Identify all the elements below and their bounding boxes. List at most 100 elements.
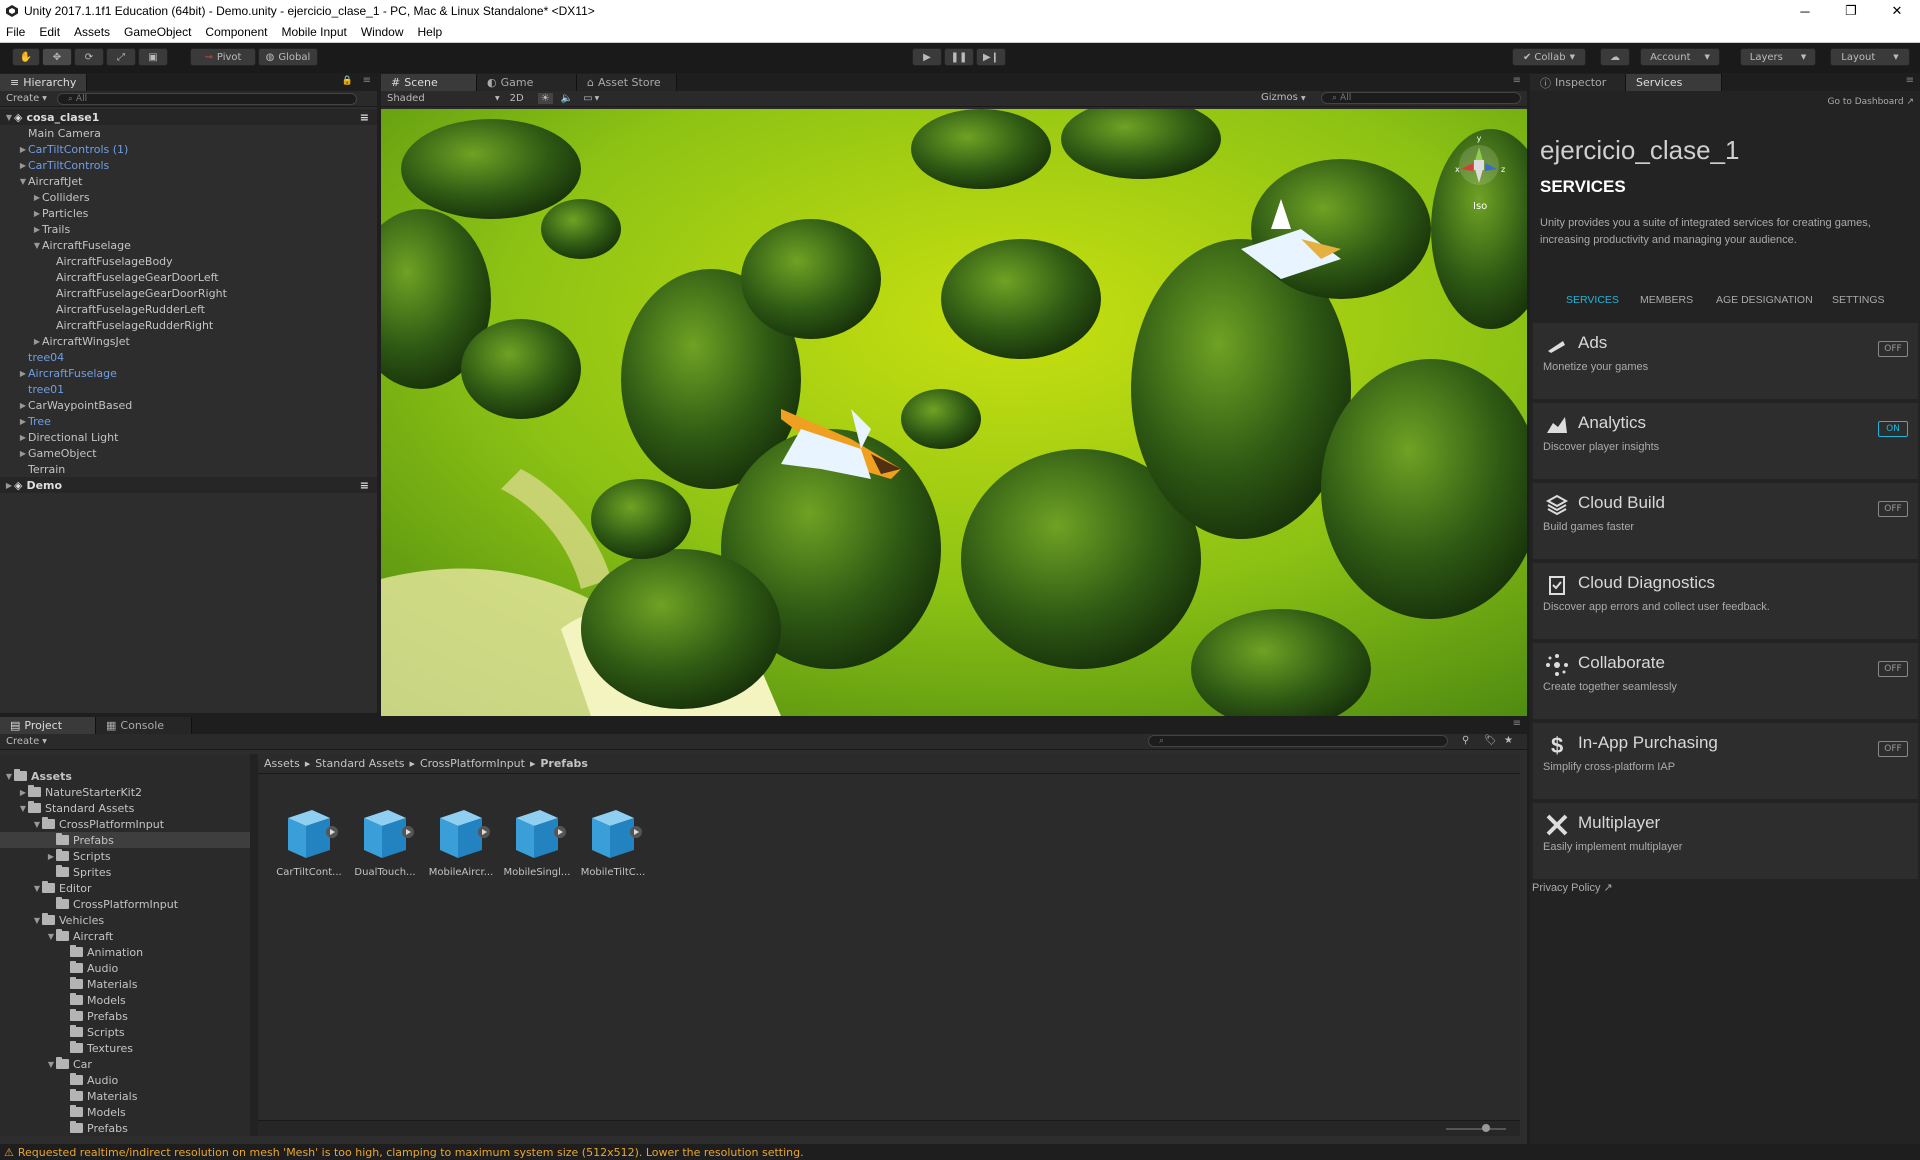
tab-game[interactable]: ◐ Game	[477, 74, 577, 91]
hierarchy-search-input[interactable]: ⌕ All	[56, 92, 357, 105]
collapsed-arrow-icon[interactable]: ▶	[18, 161, 28, 170]
2d-toggle[interactable]: 2D	[510, 93, 524, 104]
collapsed-arrow-icon[interactable]: ▶	[32, 225, 42, 234]
collapsed-arrow-icon[interactable]: ▶	[18, 145, 28, 154]
service-toggle[interactable]: OFF	[1878, 661, 1908, 677]
status-bar[interactable]: ⚠ Requested realtime/indirect resolution…	[0, 1144, 1920, 1160]
scene-viewport[interactable]: y x z Iso	[381, 109, 1527, 716]
hierarchy-row[interactable]: AircraftFuselageGearDoorLeft	[0, 269, 377, 285]
hierarchy-row[interactable]: ▶ Particles	[0, 205, 377, 221]
play-button[interactable]: ▶	[912, 48, 942, 66]
privacy-policy-link[interactable]: Privacy Policy ↗	[1532, 881, 1613, 894]
hierarchy-row[interactable]: tree04	[0, 349, 377, 365]
folder-tree-row[interactable]: ▼ Vehicles	[0, 912, 250, 928]
move-tool-button[interactable]: ✥	[42, 48, 72, 66]
collapsed-arrow-icon[interactable]: ▶	[18, 788, 28, 797]
folder-tree-row[interactable]: ▼ CrossPlatformInput	[0, 816, 250, 832]
hierarchy-row[interactable]: Main Camera	[0, 125, 377, 141]
menu-component[interactable]: Component	[205, 25, 267, 39]
collapsed-arrow-icon[interactable]: ▶	[32, 337, 42, 346]
folder-tree-row[interactable]: Prefabs	[0, 1008, 250, 1024]
service-card[interactable]: Collaborate Create together seamlessly OFF	[1533, 643, 1918, 719]
folder-tree-row[interactable]: Prefabs	[0, 832, 250, 848]
folder-tree-row[interactable]: ▼ Assets	[0, 768, 250, 784]
folder-tree-row[interactable]: ▼ Car	[0, 1056, 250, 1072]
menu-edit[interactable]: Edit	[39, 25, 60, 39]
maximize-button[interactable]: ❐	[1828, 0, 1874, 22]
breadcrumb-3[interactable]: Prefabs	[540, 757, 588, 770]
folder-tree-row[interactable]: Textures	[0, 1040, 250, 1056]
service-card[interactable]: Ads Monetize your games OFF	[1533, 323, 1918, 399]
service-toggle[interactable]: OFF	[1878, 741, 1908, 757]
hierarchy-row[interactable]: ▶ Trails	[0, 221, 377, 237]
pivot-toggle[interactable]: ⊸ Pivot	[190, 48, 256, 66]
collapsed-arrow-icon[interactable]: ▶	[4, 481, 14, 490]
tab-scene[interactable]: # Scene	[381, 74, 477, 91]
tree-scrollbar[interactable]	[250, 754, 258, 1136]
folder-tree-row[interactable]: ▼ Editor	[0, 880, 250, 896]
service-toggle[interactable]: ON	[1878, 421, 1908, 437]
service-toggle[interactable]: OFF	[1878, 501, 1908, 517]
minimize-button[interactable]: ─	[1782, 0, 1828, 22]
layout-dropdown[interactable]: Layout ▼	[1830, 48, 1910, 66]
expanded-arrow-icon[interactable]: ▼	[18, 177, 28, 186]
folder-tree-row[interactable]: ▼ Aircraft	[0, 928, 250, 944]
prefab-asset[interactable]: MobileTiltC...	[578, 806, 648, 878]
menu-mobile-input[interactable]: Mobile Input	[281, 25, 346, 39]
scene-menu-icon[interactable]: ≡	[360, 479, 369, 492]
expanded-arrow-icon[interactable]: ▼	[18, 804, 28, 813]
expanded-arrow-icon[interactable]: ▼	[4, 772, 14, 781]
hierarchy-row[interactable]: ▶ AircraftFuselage	[0, 365, 377, 381]
zoom-slider-thumb[interactable]	[1482, 1124, 1490, 1132]
folder-tree-row[interactable]: Prefabs	[0, 1120, 250, 1136]
hierarchy-row[interactable]: ▶ CarTiltControls (1)	[0, 141, 377, 157]
filter-label-icon[interactable]: 🏷	[1484, 735, 1497, 746]
collapsed-arrow-icon[interactable]: ▶	[18, 369, 28, 378]
rotate-tool-button[interactable]: ⟳	[74, 48, 104, 66]
folder-tree-row[interactable]: Audio	[0, 960, 250, 976]
audio-toggle-icon[interactable]: 🔈	[561, 93, 573, 104]
filter-type-icon[interactable]: ⚲	[1462, 735, 1469, 746]
service-card[interactable]: Analytics Discover player insights ON	[1533, 403, 1918, 479]
tab-services[interactable]: Services	[1626, 74, 1722, 91]
prefab-asset[interactable]: CarTiltCont...	[274, 806, 344, 878]
breadcrumb-0[interactable]: Assets	[264, 757, 300, 770]
folder-tree-row[interactable]: Models	[0, 1104, 250, 1120]
lock-icon[interactable]: 🔒	[342, 76, 353, 86]
subtab-age-designation[interactable]: AGE DESIGNATION	[1716, 294, 1813, 306]
hierarchy-row[interactable]: ▶ Directional Light	[0, 429, 377, 445]
panel-menu-icon[interactable]: ≡	[363, 75, 371, 86]
service-card[interactable]: $ In-App Purchasing Simplify cross-platfor…	[1533, 723, 1918, 799]
global-toggle[interactable]: ◍ Global	[258, 48, 318, 66]
scale-tool-button[interactable]: ⤢	[106, 48, 136, 66]
menu-gameobject[interactable]: GameObject	[124, 25, 191, 39]
hierarchy-scene-row[interactable]: ▼ ◈ ≡ cosa_clase1	[0, 109, 377, 125]
expanded-arrow-icon[interactable]: ▼	[46, 932, 56, 941]
tab-project[interactable]: ▤ Project	[0, 717, 96, 734]
service-toggle[interactable]: OFF	[1878, 341, 1908, 357]
subtab-settings[interactable]: SETTINGS	[1832, 294, 1885, 306]
breadcrumb-2[interactable]: CrossPlatformInput	[420, 757, 525, 770]
collapsed-arrow-icon[interactable]: ▶	[46, 852, 56, 861]
expanded-arrow-icon[interactable]: ▼	[32, 241, 42, 250]
hand-tool-button[interactable]: ✋	[12, 48, 40, 66]
hierarchy-row[interactable]: ▶ CarTiltControls	[0, 157, 377, 173]
hierarchy-row[interactable]: AircraftFuselageGearDoorRight	[0, 285, 377, 301]
breadcrumb-1[interactable]: Standard Assets	[315, 757, 404, 770]
effects-toggle-icon[interactable]: ▭	[583, 93, 592, 104]
folder-tree-row[interactable]: Materials	[0, 1088, 250, 1104]
hierarchy-scene-row[interactable]: ▶ ◈ ≡ Demo	[0, 477, 377, 493]
expanded-arrow-icon[interactable]: ▼	[32, 820, 42, 829]
hierarchy-row[interactable]: ▶ Tree	[0, 413, 377, 429]
pause-button[interactable]: ❚❚	[944, 48, 974, 66]
folder-tree-row[interactable]: ▼ Standard Assets	[0, 800, 250, 816]
collapsed-arrow-icon[interactable]: ▶	[18, 417, 28, 426]
tab-asset-store[interactable]: ⌂ Asset Store	[577, 74, 677, 91]
zoom-slider[interactable]	[1446, 1128, 1506, 1130]
folder-tree-row[interactable]: Scripts	[0, 1024, 250, 1040]
hierarchy-row[interactable]: ▶ CarWaypointBased	[0, 397, 377, 413]
collapsed-arrow-icon[interactable]: ▶	[18, 449, 28, 458]
rect-tool-button[interactable]: ▣	[138, 48, 168, 66]
hierarchy-row[interactable]: tree01	[0, 381, 377, 397]
expanded-arrow-icon[interactable]: ▼	[46, 1060, 56, 1069]
